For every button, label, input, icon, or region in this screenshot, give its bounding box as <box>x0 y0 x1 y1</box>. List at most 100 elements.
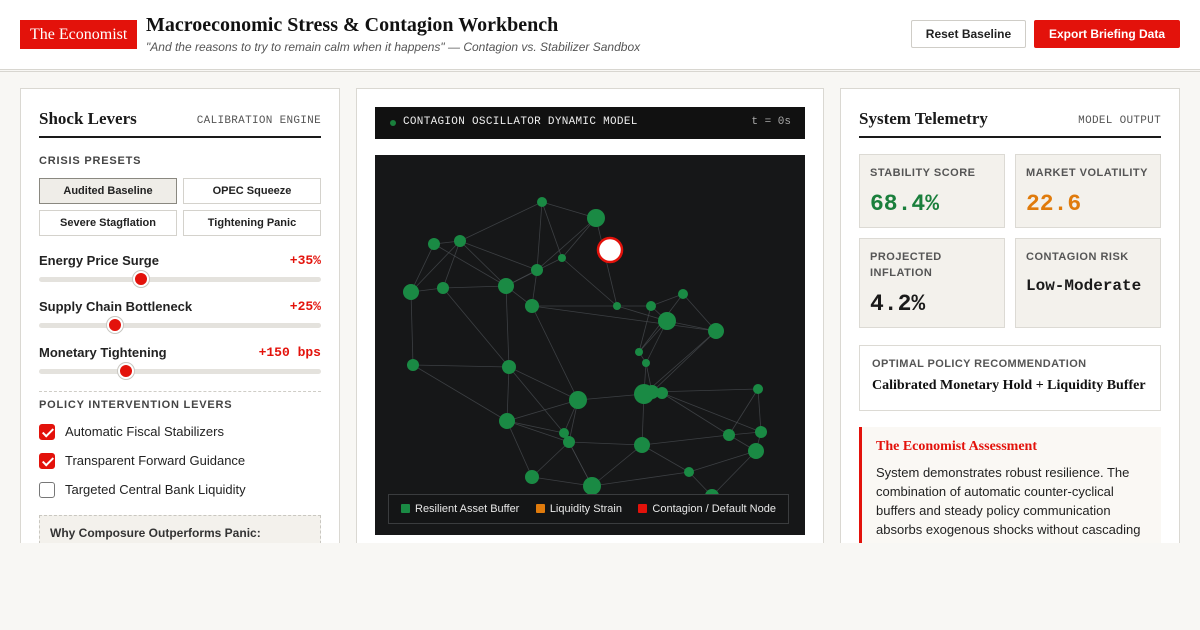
panel-title: System Telemetry <box>859 109 988 128</box>
legend-swatch-icon <box>638 504 648 513</box>
legend-item-resilient: Resilient Asset Buffer <box>401 495 519 523</box>
checkbox[interactable] <box>39 424 55 440</box>
policy-recommendation-label: OPTIMAL POLICY RECOMMENDATION <box>872 358 1087 370</box>
app-header: The Economist Macroeconomic Stress & Con… <box>0 0 1200 72</box>
why-composure-heading: Why Composure Outperforms Panic: <box>50 526 261 540</box>
network-node <box>755 426 767 438</box>
network-edge <box>506 420 533 478</box>
slider-value: +150 bps <box>258 345 321 360</box>
network-edge <box>641 444 690 473</box>
slider-label: Monetary Tightening <box>39 345 167 360</box>
metric-projected-inflation: PROJECTED INFLATION 4.2% <box>859 238 1005 328</box>
network-edge <box>506 399 579 422</box>
preset-opec-squeeze[interactable]: OPEC Squeeze <box>183 178 321 204</box>
network-edge <box>442 240 461 289</box>
legend-item-liquidity: Liquidity Strain <box>535 495 622 523</box>
checkbox[interactable] <box>39 482 55 498</box>
network-edge <box>412 364 510 368</box>
network-node <box>753 384 763 394</box>
network-node <box>642 359 650 367</box>
page-title: Macroeconomic Stress & Contagion Workben… <box>146 14 559 36</box>
network-edge <box>651 330 717 393</box>
slider-track[interactable] <box>39 323 321 328</box>
checkbox-label: Automatic Fiscal Stabilizers <box>65 424 224 439</box>
network-node <box>525 470 539 484</box>
metric-stability-score: STABILITY SCORE 68.4% <box>859 154 1005 228</box>
network-edge <box>531 441 570 478</box>
network-node <box>525 299 539 313</box>
network-edge <box>412 364 508 422</box>
network-node <box>502 360 516 374</box>
preset-severe-stagflation[interactable]: Severe Stagflation <box>39 210 177 236</box>
network-node <box>403 284 419 300</box>
contagion-network-canvas[interactable]: Resilient Asset Buffer Liquidity Strain … <box>375 155 805 535</box>
checkbox[interactable] <box>39 453 55 469</box>
network-edge <box>508 366 579 401</box>
network-node <box>499 413 515 429</box>
legend-swatch-icon <box>535 504 545 513</box>
network-edge <box>651 388 759 393</box>
oscillator-time: t = 0s <box>751 116 791 128</box>
panel-header: Shock Levers CALIBRATION ENGINE <box>39 109 321 138</box>
network-node <box>658 312 676 330</box>
network-node <box>684 467 694 477</box>
network-edge <box>531 476 593 487</box>
network-node <box>634 437 650 453</box>
preset-audited-baseline[interactable]: Audited Baseline <box>39 178 177 204</box>
oscillator-header: CONTAGION OSCILLATOR DYNAMIC MODEL t = 0… <box>375 107 805 139</box>
network-edge <box>641 434 730 446</box>
economist-logo: The Economist <box>20 20 138 49</box>
slider-label: Supply Chain Bottleneck <box>39 299 193 314</box>
system-telemetry-panel: System Telemetry MODEL OUTPUT STABILITY … <box>840 88 1180 559</box>
network-edge <box>728 388 759 436</box>
slider-label: Energy Price Surge <box>39 253 159 268</box>
policy-recommendation-box: OPTIMAL POLICY RECOMMENDATION Calibrated… <box>859 345 1161 411</box>
network-edge <box>643 330 717 395</box>
network-node <box>531 264 543 276</box>
network-node <box>723 429 735 441</box>
network-node <box>583 477 601 495</box>
section-divider <box>39 391 321 392</box>
network-edge <box>505 285 510 368</box>
slider-track[interactable] <box>39 369 321 374</box>
monetary-tightening-slider-thumb[interactable] <box>118 363 135 379</box>
metric-market-volatility: MARKET VOLATILITY 22.6 <box>1015 154 1161 228</box>
reset-baseline-button[interactable]: Reset Baseline <box>911 20 1026 48</box>
slider-track[interactable] <box>39 277 321 282</box>
panel-title: Shock Levers <box>39 109 137 128</box>
network-edge <box>410 291 414 366</box>
panel-header: System Telemetry MODEL OUTPUT <box>859 109 1161 138</box>
network-edge <box>459 201 543 242</box>
network-node <box>437 282 449 294</box>
network-node <box>407 359 419 371</box>
panel-tag: CALIBRATION ENGINE <box>196 115 321 127</box>
slider-value: +25% <box>289 299 321 314</box>
policy-recommendation-value: Calibrated Monetary Hold + Liquidity Buf… <box>872 378 1146 393</box>
monetary-tightening-slider-row: Monetary Tightening +150 bps <box>39 345 321 385</box>
network-edge <box>442 287 510 368</box>
network-edge <box>531 305 717 332</box>
page-subtitle: "And the reasons to try to remain calm w… <box>146 40 641 54</box>
oscillator-title: CONTAGION OSCILLATOR DYNAMIC MODEL <box>403 116 638 128</box>
assessment-body: System demonstrates robust resilience. T… <box>876 465 1141 537</box>
network-edge <box>442 285 507 289</box>
network-edge <box>661 392 762 433</box>
network-node <box>708 323 724 339</box>
preset-tightening-panic[interactable]: Tightening Panic <box>183 210 321 236</box>
network-node <box>635 348 643 356</box>
shock-levers-panel: Shock Levers CALIBRATION ENGINE CRISIS P… <box>20 88 340 575</box>
page-background <box>0 543 1200 630</box>
legend-swatch-icon <box>401 504 410 513</box>
checkbox-label: Transparent Forward Guidance <box>65 453 246 468</box>
network-node <box>678 289 688 299</box>
network-edge <box>536 201 543 271</box>
energy-price-slider-thumb[interactable] <box>132 271 149 287</box>
supply-chain-slider-thumb[interactable] <box>107 317 124 333</box>
network-edge <box>531 305 579 401</box>
network-legend: Resilient Asset Buffer Liquidity Strain … <box>388 494 789 524</box>
contagion-oscillator-panel: CONTAGION OSCILLATOR DYNAMIC MODEL t = 0… <box>356 88 824 558</box>
network-edge <box>506 366 510 422</box>
network-node <box>558 254 566 262</box>
network-node <box>646 301 656 311</box>
export-briefing-button[interactable]: Export Briefing Data <box>1034 20 1180 48</box>
